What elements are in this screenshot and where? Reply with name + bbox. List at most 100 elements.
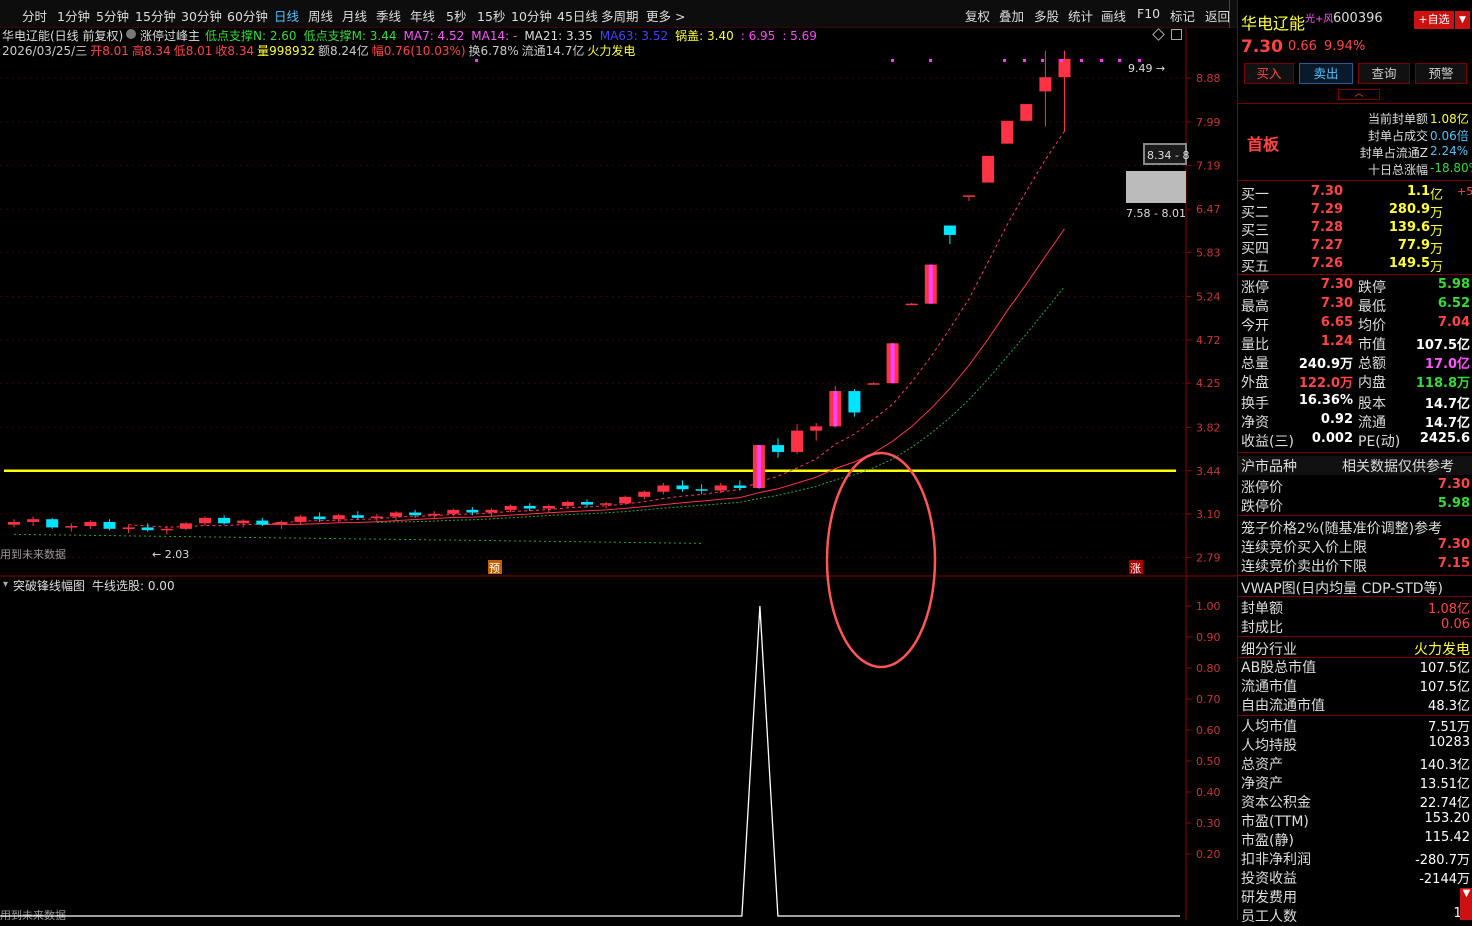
period-tab-16[interactable]: 更多 >	[646, 6, 685, 25]
period-tab-15[interactable]: 多周期	[601, 6, 639, 25]
period-tab-7[interactable]: 周线	[308, 6, 333, 25]
buy-button[interactable]: 买入	[1244, 63, 1294, 84]
kline-chart-svg[interactable]: 8.88 7.99 7.19 6.47 5.83 5.24 4.72 4.25 3.82 3.44…	[0, 28, 1237, 920]
period-tab-5[interactable]: 60分钟	[227, 6, 268, 25]
candle-body-5	[103, 521, 116, 529]
seal-value-0: 1.08亿	[1430, 112, 1469, 126]
candle-body-52	[1001, 120, 1014, 144]
kline-chart-area[interactable]: 8.88 7.99 7.19 6.47 5.83 5.24 4.72 4.25 3.82 3.44…	[0, 28, 1237, 920]
period-tab-3[interactable]: 15分钟	[135, 6, 176, 25]
formula-dropdown-icon[interactable]	[126, 29, 136, 39]
candle-body-13	[256, 520, 269, 525]
period-tab-1[interactable]: 1分钟	[57, 6, 90, 25]
collapse-icon[interactable]: ︿	[1338, 89, 1380, 100]
scroll-indicator-icon[interactable]: ▼	[1460, 888, 1472, 920]
chevron-down-icon[interactable]: ▼	[1455, 11, 1470, 29]
seal-value-1: 0.06倍	[1430, 129, 1469, 143]
query-button[interactable]: 查询	[1358, 63, 1410, 84]
stat-value-0-a: 7.30	[1320, 277, 1353, 292]
period-tab-12[interactable]: 15秒	[477, 6, 505, 25]
signal-dot-4	[1023, 59, 1026, 62]
vwap-title[interactable]: VWAP图(日内均量 CDP-STD等)	[1241, 578, 1443, 598]
period-tab-9[interactable]: 季线	[376, 6, 401, 25]
stat-label-4-b: 总额	[1358, 356, 1386, 372]
ma7-line	[128, 130, 1065, 528]
period-toolbar: 分时 1分钟 5分钟 15分钟 30分钟 60分钟 日线 周线 月线 季线 年线 5秒 15秒 10分钟 4…	[0, 0, 1237, 28]
period-tab-10[interactable]: 年线	[410, 6, 435, 25]
signal-dot-0	[475, 59, 478, 62]
seal2-label-0: 封单额	[1241, 601, 1283, 617]
period-tab-2[interactable]: 5分钟	[96, 6, 129, 25]
fin-value-1: 10283	[1428, 735, 1470, 750]
price-change: 0.66	[1288, 39, 1317, 54]
toolbar-5[interactable]: F10	[1137, 6, 1160, 21]
toolbar-2[interactable]: 多股	[1034, 6, 1059, 25]
candle-body-2	[46, 519, 59, 528]
stat-value-6-b: 14.7亿	[1424, 397, 1470, 412]
stat-value-3-b: 107.5亿	[1415, 338, 1470, 353]
candle-body-47	[905, 303, 918, 306]
seal-label: 首板	[1247, 135, 1280, 154]
cap-value-1: 107.5亿	[1419, 680, 1470, 695]
toolbar-4[interactable]: 画线	[1101, 6, 1126, 25]
signal-dot-1	[891, 59, 894, 62]
expand-icon[interactable]	[1171, 29, 1182, 40]
toolbar-0[interactable]: 复权	[965, 6, 990, 25]
period-tab-14[interactable]: 45日线	[557, 6, 598, 25]
indicator-8: : 5.69	[782, 29, 817, 43]
period-tab-4[interactable]: 30分钟	[181, 6, 222, 25]
candle-body-7	[141, 527, 154, 531]
book-unit-0: 亿	[1430, 188, 1444, 203]
toolbar-1[interactable]: 叠加	[999, 6, 1024, 25]
period-tab-13[interactable]: 10分钟	[511, 6, 552, 25]
candle-body-21	[409, 512, 422, 516]
stat-value-2-b: 7.04	[1437, 315, 1470, 330]
sub-chart-toggle-icon[interactable]: ▾	[3, 579, 8, 590]
sub-chart-title[interactable]: 突破锋线幅图	[13, 577, 85, 594]
seal-value-2: 2.24%	[1430, 144, 1469, 158]
candle-body-17	[332, 515, 345, 520]
stat-value-2-a: 6.65	[1320, 315, 1353, 330]
fin-label-0: 人均市值	[1241, 719, 1297, 735]
stat-label-8-b: PE(动)	[1358, 434, 1401, 450]
signal-dot-5	[1041, 59, 1044, 62]
price-tick-label-7: 4.25	[1196, 377, 1221, 390]
seal2-value-0: 1.08亿	[1428, 602, 1470, 617]
fin-label-9: 研发费用	[1241, 890, 1297, 906]
fin-value-3: 13.51亿	[1419, 777, 1470, 792]
candle-body-36	[695, 489, 708, 491]
candle-body-15	[294, 516, 307, 522]
seal2-value-1: 0.06	[1441, 617, 1470, 632]
toolbar-7[interactable]: 返回	[1205, 6, 1230, 25]
period-tab-11[interactable]: 5秒	[446, 6, 466, 25]
candle-body-29	[561, 502, 574, 506]
fin-value-9: 0	[1368, 887, 1470, 902]
toolbar-6[interactable]: 标记	[1170, 6, 1195, 25]
sell-button[interactable]: 卖出	[1299, 63, 1353, 84]
add-watchlist-button[interactable]: +自选	[1414, 11, 1454, 29]
book-label-2: 买三	[1241, 223, 1269, 239]
candle-body-49	[943, 225, 956, 235]
range-box-2-label: 7.58 - 8.01	[1126, 207, 1186, 220]
fin-value-0: 7.51万	[1428, 720, 1470, 735]
stat-label-8-a: 收益(三)	[1241, 434, 1294, 450]
cage-label-0: 连续竞价买入价上限	[1241, 540, 1367, 556]
limit-up-mark-39	[756, 445, 761, 488]
fin-value-6: 115.42	[1424, 830, 1471, 845]
period-tab-0[interactable]: 分时	[22, 6, 47, 25]
quote-field-2: 高8.34	[131, 44, 171, 58]
period-tab-8[interactable]: 月线	[342, 6, 367, 25]
candle-body-32	[619, 496, 632, 504]
toolbar-3[interactable]: 统计	[1068, 6, 1093, 25]
sub-tick-label-6: 0.40	[1196, 786, 1221, 799]
alert-button[interactable]: 预警	[1415, 63, 1467, 84]
stat-value-4-b: 17.0亿	[1424, 357, 1470, 372]
stat-label-0-b: 跌停	[1358, 280, 1386, 296]
industry-value: 火力发电	[1414, 642, 1470, 658]
quote-line: 2026/03/25/三 开8.01 高8.34 低8.01 收8.34 量998932 额…	[2, 42, 638, 59]
indicator-5: MA63: 3.52	[599, 29, 669, 43]
stat-label-3-b: 市值	[1358, 337, 1386, 353]
fin-value-7: -280.7万	[1415, 853, 1470, 868]
stat-label-5-b: 内盘	[1358, 375, 1386, 391]
period-tab-6[interactable]: 日线	[274, 6, 299, 25]
